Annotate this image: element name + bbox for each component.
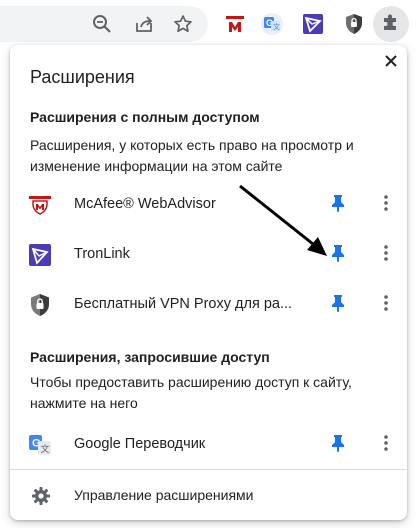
- mcafee-icon[interactable]: [221, 10, 249, 38]
- full-access-heading: Расширения с полным доступом: [30, 109, 260, 125]
- requested-access-heading: Расширения, запросившие доступ: [30, 349, 270, 365]
- more-vert-icon: [384, 244, 388, 266]
- close-button[interactable]: [379, 51, 403, 75]
- more-options-button[interactable]: [374, 433, 398, 457]
- extension-row-tronlink[interactable]: TronLink: [10, 230, 407, 280]
- extensions-panel: Расширения Расширения с полным доступом …: [10, 45, 407, 520]
- more-vert-icon: [384, 294, 388, 316]
- manage-extensions-button[interactable]: Управление расширениями: [10, 476, 407, 516]
- pin-icon: [331, 434, 345, 457]
- share-icon[interactable]: [130, 10, 158, 38]
- extensions-puzzle-button[interactable]: [373, 6, 409, 42]
- tronlink-icon[interactable]: [299, 10, 327, 38]
- requested-access-description: Чтобы предоставить расширению доступ к с…: [30, 374, 352, 411]
- pin-icon: [331, 244, 345, 267]
- browser-toolbar: G文: [0, 0, 417, 46]
- zoom-icon[interactable]: [88, 10, 116, 38]
- extension-row-google-translate[interactable]: G文 Google Переводчик: [10, 420, 407, 470]
- pin-icon: [331, 194, 345, 217]
- more-vert-icon: [384, 434, 388, 456]
- more-options-button[interactable]: [374, 293, 398, 317]
- tronlink-icon: [28, 243, 52, 267]
- svg-text:文: 文: [273, 22, 280, 31]
- extension-name: Google Переводчик: [74, 436, 206, 452]
- extension-name: McAfee® WebAdvisor: [74, 196, 216, 212]
- pin-icon: [331, 294, 345, 317]
- more-options-button[interactable]: [374, 243, 398, 267]
- google-translate-icon: G文: [28, 433, 52, 457]
- pin-button[interactable]: [326, 193, 350, 217]
- panel-title: Расширения: [30, 67, 135, 87]
- divider: [10, 469, 407, 470]
- extension-row-vpn[interactable]: Бесплатный VPN Proxy для ра...: [10, 280, 407, 330]
- more-vert-icon: [384, 194, 388, 216]
- vpn-shield-icon[interactable]: [340, 10, 368, 38]
- gear-icon: [30, 485, 52, 507]
- extensions-puzzle-icon: [381, 12, 401, 37]
- google-translate-icon[interactable]: G文: [258, 10, 286, 38]
- extension-name: Бесплатный VPN Proxy для ра...: [74, 296, 293, 312]
- bookmark-star-icon[interactable]: [169, 10, 197, 38]
- extension-row-mcafee[interactable]: McAfee® WebAdvisor: [10, 180, 407, 230]
- pin-button[interactable]: [326, 293, 350, 317]
- more-options-button[interactable]: [374, 193, 398, 217]
- close-icon: [384, 54, 398, 73]
- mcafee-icon: [28, 193, 52, 217]
- manage-extensions-label: Управление расширениями: [74, 487, 254, 503]
- full-access-description: Расширения, у которых есть право на прос…: [30, 137, 354, 174]
- extension-name: TronLink: [74, 246, 130, 262]
- pin-button[interactable]: [326, 433, 350, 457]
- svg-text:文: 文: [41, 443, 50, 455]
- pin-button[interactable]: [326, 243, 350, 267]
- vpn-shield-icon: [28, 293, 52, 317]
